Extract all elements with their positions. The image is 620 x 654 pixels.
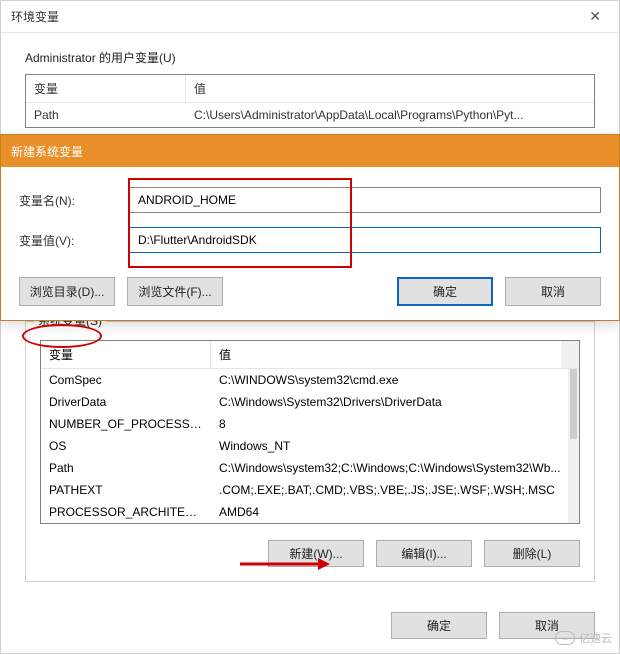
scroll-thumb[interactable] xyxy=(570,369,577,439)
system-vars-body: ComSpecC:\WINDOWS\system32\cmd.exeDriver… xyxy=(41,369,579,523)
system-vars-group: 系统变量(S) 变量 值 ComSpecC:\WINDOWS\system32\… xyxy=(25,321,595,582)
value-label: 变量值(V): xyxy=(19,232,129,249)
table-row[interactable]: Path C:\Users\Administrator\AppData\Loca… xyxy=(26,103,594,127)
child-buttons: 浏览目录(D)... 浏览文件(F)... 确定 取消 xyxy=(19,267,601,306)
user-vars-header: 变量 值 xyxy=(26,75,594,103)
value-input[interactable] xyxy=(129,227,601,253)
col-variable[interactable]: 变量 xyxy=(26,75,186,102)
cancel-button[interactable]: 取消 xyxy=(505,277,601,306)
cell-val: C:\Windows\System32\Drivers\DriverData xyxy=(211,391,568,413)
user-vars-table[interactable]: 变量 值 Path C:\Users\Administrator\AppData… xyxy=(25,74,595,128)
table-row[interactable]: OSWindows_NT xyxy=(41,435,568,457)
value-row: 变量值(V): xyxy=(19,227,601,253)
browse-dir-button[interactable]: 浏览目录(D)... xyxy=(19,277,115,306)
delete-button[interactable]: 删除(L) xyxy=(484,540,580,567)
close-icon[interactable]: ✕ xyxy=(581,4,609,29)
cell-val: 8 xyxy=(211,413,568,435)
new-button[interactable]: 新建(W)... xyxy=(268,540,364,567)
parent-titlebar: 环境变量 ✕ xyxy=(1,1,619,33)
table-row[interactable]: DriverDataC:\Windows\System32\Drivers\Dr… xyxy=(41,391,568,413)
user-vars-label: Administrator 的用户变量(U) xyxy=(25,49,595,66)
col-value[interactable]: 值 xyxy=(211,341,561,368)
name-input[interactable] xyxy=(129,187,601,213)
cell-var: OS xyxy=(41,435,211,457)
watermark-text: 亿速云 xyxy=(579,630,612,646)
parent-title: 环境变量 xyxy=(11,8,581,25)
col-variable[interactable]: 变量 xyxy=(41,341,211,368)
cell-var: PATHEXT xyxy=(41,479,211,501)
ok-button[interactable]: 确定 xyxy=(391,612,487,639)
cell-var: NUMBER_OF_PROCESSORS xyxy=(41,413,211,435)
table-row[interactable]: ComSpecC:\WINDOWS\system32\cmd.exe xyxy=(41,369,568,391)
cell-val: C:\Windows\system32;C:\Windows;C:\Window… xyxy=(211,457,568,479)
table-row[interactable]: PathC:\Windows\system32;C:\Windows;C:\Wi… xyxy=(41,457,568,479)
cell-val: C:\WINDOWS\system32\cmd.exe xyxy=(211,369,568,391)
cell-val: .COM;.EXE;.BAT;.CMD;.VBS;.VBE;.JS;.JSE;.… xyxy=(211,479,568,501)
cell-var: Path xyxy=(41,457,211,479)
scrollbar[interactable] xyxy=(568,369,579,523)
name-label: 变量名(N): xyxy=(19,192,129,209)
watermark: ∞ 亿速云 xyxy=(555,630,612,646)
cell-val: Windows_NT xyxy=(211,435,568,457)
system-vars-table[interactable]: 变量 值 ComSpecC:\WINDOWS\system32\cmd.exeD… xyxy=(40,340,580,524)
env-vars-dialog: 环境变量 ✕ Administrator 的用户变量(U) 变量 值 Path … xyxy=(0,0,620,654)
name-row: 变量名(N): xyxy=(19,187,601,213)
system-buttons: 新建(W)... 编辑(I)... 删除(L) xyxy=(40,540,580,567)
child-title: 新建系统变量 xyxy=(11,143,83,160)
cell-var: DriverData xyxy=(41,391,211,413)
scroll-head xyxy=(561,341,579,368)
edit-button[interactable]: 编辑(I)... xyxy=(376,540,472,567)
cell-var: Path xyxy=(26,103,186,127)
cell-var: ComSpec xyxy=(41,369,211,391)
browse-file-button[interactable]: 浏览文件(F)... xyxy=(127,277,223,306)
new-sysvar-dialog: 新建系统变量 变量名(N): 变量值(V): 浏览目录(D)... 浏览文件(F… xyxy=(0,134,620,321)
table-row[interactable]: PROCESSOR_ARCHITECT...AMD64 xyxy=(41,501,568,523)
cell-val: AMD64 xyxy=(211,501,568,523)
cell-var: PROCESSOR_ARCHITECT... xyxy=(41,501,211,523)
watermark-icon: ∞ xyxy=(555,631,575,645)
ok-button[interactable]: 确定 xyxy=(397,277,493,306)
parent-body: Administrator 的用户变量(U) 变量 值 Path C:\User… xyxy=(1,33,619,144)
col-value[interactable]: 值 xyxy=(186,75,594,102)
system-vars-header: 变量 值 xyxy=(41,341,579,369)
cell-val: C:\Users\Administrator\AppData\Local\Pro… xyxy=(186,103,594,127)
child-titlebar: 新建系统变量 xyxy=(1,135,619,167)
child-body: 变量名(N): 变量值(V): 浏览目录(D)... 浏览文件(F)... 确定… xyxy=(1,167,619,320)
system-rows: ComSpecC:\WINDOWS\system32\cmd.exeDriver… xyxy=(41,369,568,523)
table-row[interactable]: PATHEXT.COM;.EXE;.BAT;.CMD;.VBS;.VBE;.JS… xyxy=(41,479,568,501)
table-row[interactable]: NUMBER_OF_PROCESSORS8 xyxy=(41,413,568,435)
